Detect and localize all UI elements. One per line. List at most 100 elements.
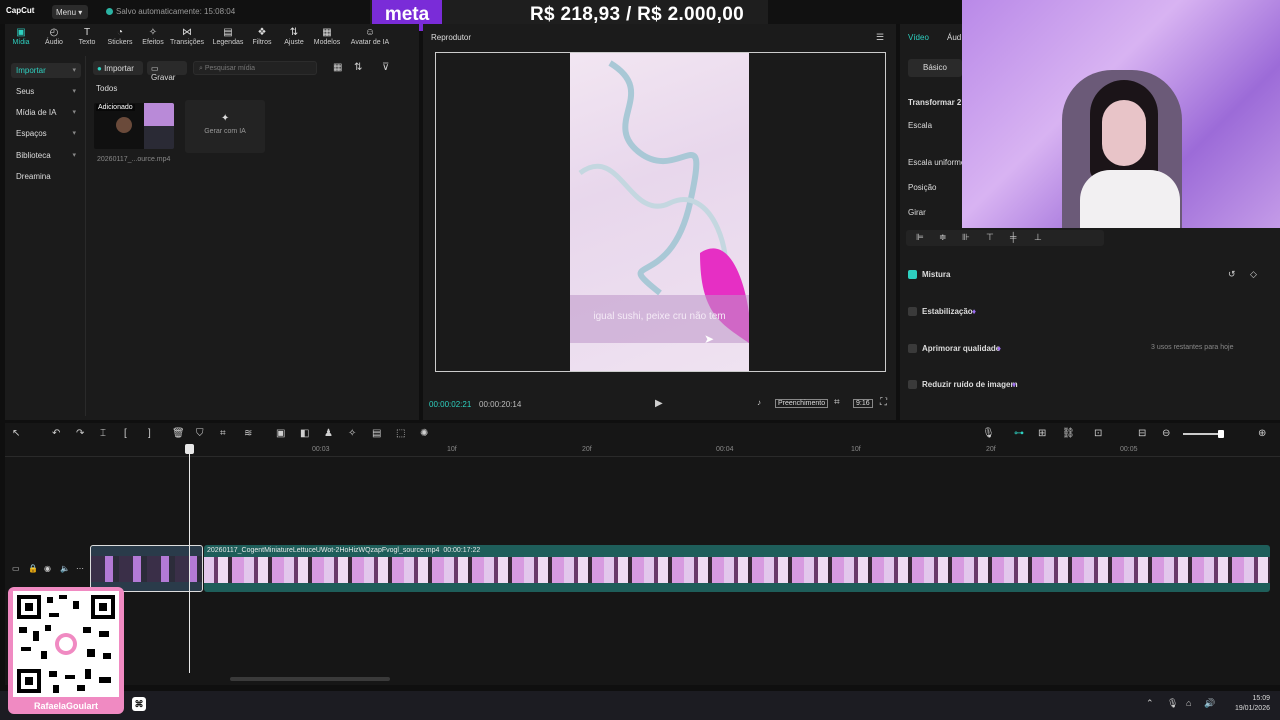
magic-icon[interactable]: ✧ xyxy=(348,428,356,439)
edit-icon[interactable]: ▣ xyxy=(276,428,285,439)
tab-sticker[interactable]: ◔ Stickers xyxy=(103,27,137,46)
enhance-checkbox[interactable] xyxy=(908,344,917,353)
align-middle-icon[interactable]: ╪ xyxy=(1010,232,1016,242)
chevron-up-icon[interactable]: ⌃ xyxy=(1146,698,1154,709)
fill-mode-button[interactable]: Preenchimento xyxy=(775,399,829,408)
aspect-ratio-button[interactable]: 9:16 xyxy=(853,399,873,408)
mirror-icon[interactable]: ◧ xyxy=(300,428,309,439)
stabilize-checkbox[interactable] xyxy=(908,307,917,316)
caption-icon[interactable]: ▤ xyxy=(372,428,381,439)
sparkle-tool-icon[interactable]: ✺ xyxy=(420,428,428,439)
screenshot-icon[interactable]: ⌗ xyxy=(834,397,840,408)
tab-transitions[interactable]: ⋈ Transições xyxy=(170,27,204,46)
blend-checkbox[interactable] xyxy=(908,270,917,279)
tab-video[interactable]: Vídeo xyxy=(908,33,929,42)
playhead-handle[interactable] xyxy=(185,444,194,454)
trim-left-icon[interactable]: [ xyxy=(124,428,127,439)
menu-icon[interactable]: ☰ xyxy=(876,32,884,43)
filter-icon[interactable]: ⊽ xyxy=(382,62,389,73)
lock-icon[interactable]: 🔒 xyxy=(28,564,38,573)
link-icon[interactable]: ⊶ xyxy=(1014,428,1024,439)
sidebar-item-dreamina[interactable]: Dreamina xyxy=(11,169,81,184)
media-thumbnail[interactable]: Adicionado xyxy=(94,103,174,149)
export-frame-icon[interactable]: ⬚ xyxy=(396,428,405,439)
person-cutout-icon[interactable]: ♟ xyxy=(324,428,333,439)
align-right-icon[interactable]: ⊪ xyxy=(962,232,970,243)
tab-adjust[interactable]: ⇅ Ajuste xyxy=(277,27,311,46)
chain-icon[interactable]: ⛓ xyxy=(1062,428,1075,439)
tab-text[interactable]: T Texto xyxy=(70,27,104,46)
track-cover-icon[interactable]: ▭ xyxy=(12,564,20,573)
import-button[interactable]: ● Importar xyxy=(93,61,143,75)
network-icon[interactable]: ⌂ xyxy=(1186,698,1191,708)
sidebar-item-ai-media[interactable]: Mídia de IA ▾ xyxy=(11,105,81,120)
sort-icon[interactable]: ⇅ xyxy=(354,62,362,73)
preview-icon[interactable]: ⊡ xyxy=(1094,428,1102,439)
fit-icon[interactable]: ⊟ xyxy=(1138,428,1146,439)
menu-button[interactable]: Menu ▾ xyxy=(52,5,88,19)
search-input[interactable]: ⌕ Pesquisar mídia xyxy=(193,61,317,75)
speed-icon[interactable]: ≋ xyxy=(244,428,252,439)
delete-icon[interactable]: 🗑 xyxy=(172,428,185,439)
play-icon[interactable]: ▶ xyxy=(655,398,663,409)
premium-gem-icon: ♦ xyxy=(972,307,977,316)
select-tool-icon[interactable]: ↖ xyxy=(12,428,20,439)
fullscreen-icon[interactable]: ⛶ xyxy=(880,397,887,408)
shield-icon[interactable]: ⛉ xyxy=(196,428,204,439)
align-center-icon[interactable]: ≑ xyxy=(939,232,947,243)
generate-ai-card[interactable]: ✦ Gerar com IA xyxy=(185,100,265,153)
zoom-slider[interactable] xyxy=(1183,433,1221,435)
tab-audio[interactable]: Áud xyxy=(947,33,961,42)
trim-right-icon[interactable]: ] xyxy=(148,428,151,439)
align-top-icon[interactable]: ⊤ xyxy=(986,232,994,243)
reset-icon[interactable]: ↺ xyxy=(1228,269,1236,280)
view-grid-icon[interactable]: ▦ xyxy=(333,62,342,73)
zoom-out-icon[interactable]: ⊖ xyxy=(1162,428,1170,439)
video-swirl xyxy=(570,60,749,343)
align-bottom-icon[interactable]: ⊥ xyxy=(1034,232,1042,243)
eye-icon[interactable]: ◉ xyxy=(44,564,51,573)
zoom-slider-handle[interactable] xyxy=(1218,430,1224,438)
snap-icon[interactable]: ⊞ xyxy=(1038,428,1046,439)
redo-icon[interactable]: ↷ xyxy=(76,428,84,439)
microphone-icon[interactable]: 🎙 xyxy=(982,428,995,439)
tiktok-icon[interactable]: ♪ xyxy=(757,398,761,407)
undo-icon[interactable]: ↶ xyxy=(52,428,60,439)
tab-templates[interactable]: ▦ Modelos xyxy=(310,27,344,46)
chevron-down-icon: ▾ xyxy=(72,88,76,95)
more-icon[interactable]: ⋯ xyxy=(76,564,84,573)
sidebar-item-import[interactable]: Importar ▾ xyxy=(11,63,81,78)
media-caption: 20260117_...ource.mp4 xyxy=(97,156,171,163)
timeline-clip-selected[interactable] xyxy=(90,545,203,592)
capcut-taskbar-icon[interactable]: ⌘ xyxy=(132,697,146,711)
tab-effects[interactable]: ✧ Efeitos xyxy=(136,27,170,46)
crop-icon[interactable]: ⌗ xyxy=(220,428,226,439)
record-button[interactable]: ▭ Gravar xyxy=(147,61,187,82)
sidebar-item-library[interactable]: Biblioteca ▾ xyxy=(11,148,81,163)
timeline-ruler[interactable] xyxy=(5,443,1280,457)
align-left-icon[interactable]: ⊫ xyxy=(916,232,924,243)
tab-media[interactable]: ▣ Mídia xyxy=(4,27,38,46)
denoise-checkbox[interactable] xyxy=(908,380,917,389)
player-title: Reprodutor xyxy=(431,33,472,42)
speaker-icon[interactable]: 🔈 xyxy=(60,564,70,573)
tab-captions[interactable]: ▤ Legendas xyxy=(211,27,245,46)
ruler-label: 10f xyxy=(851,446,861,453)
tab-audio[interactable]: ◴ Áudio xyxy=(37,27,71,46)
tab-avatar[interactable]: ☺ Avatar de IA xyxy=(350,27,390,46)
timeline-scrollbar[interactable] xyxy=(230,677,390,681)
tab-basic[interactable]: Básico xyxy=(908,59,962,77)
system-clock[interactable]: 15:09 19/01/2026 xyxy=(1220,694,1270,714)
keyframe-icon[interactable]: ◇ xyxy=(1250,269,1257,280)
sidebar-item-yours[interactable]: Seus ▾ xyxy=(11,84,81,99)
goal-amount: R$ 218,93 / R$ 2.000,00 xyxy=(530,4,744,25)
tab-filters[interactable]: ❖ Filtros xyxy=(245,27,279,46)
split-icon[interactable]: ⌶ xyxy=(100,428,106,439)
sidebar-item-spaces[interactable]: Espaços ▾ xyxy=(11,126,81,141)
ruler-label: 00:03 xyxy=(312,446,330,453)
volume-icon[interactable]: 🔊 xyxy=(1204,698,1215,709)
adjust-icon: ⇅ xyxy=(289,27,299,38)
zoom-in-icon[interactable]: ⊕ xyxy=(1258,428,1266,439)
playhead[interactable] xyxy=(189,445,190,673)
microphone-icon[interactable]: 🎙 xyxy=(1167,698,1178,709)
